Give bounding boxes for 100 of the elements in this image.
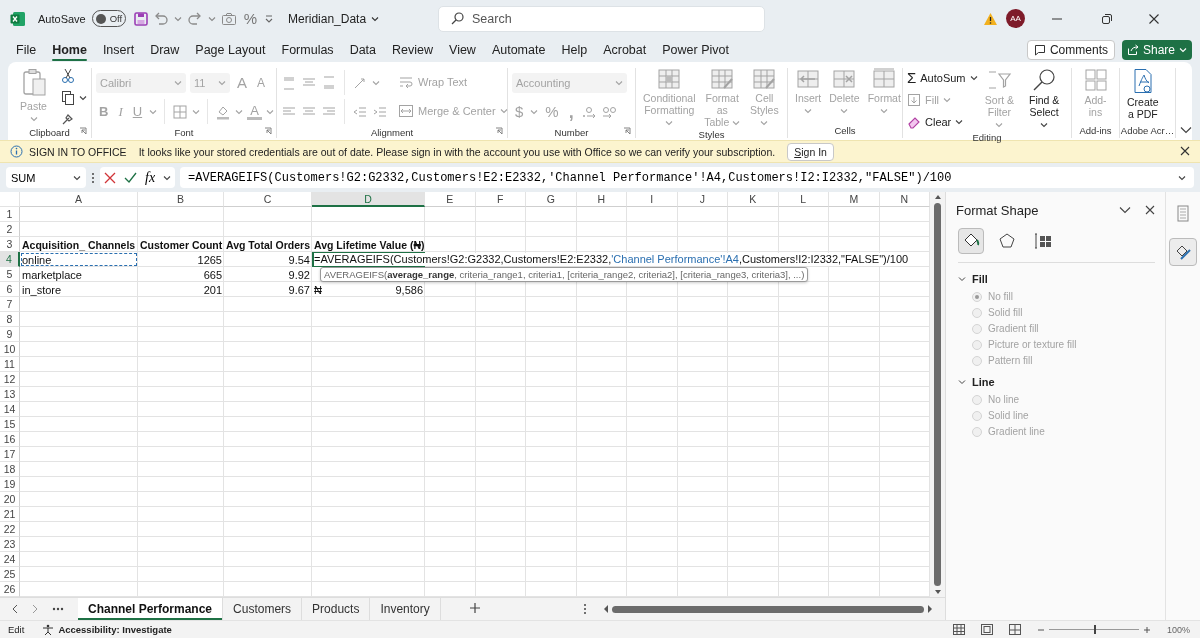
name-box[interactable]: SUM — [6, 167, 86, 188]
chevron-icon[interactable] — [1178, 174, 1186, 181]
menu-tab[interactable]: Acrobat — [596, 39, 654, 60]
increase-decimal-icon[interactable] — [580, 104, 597, 119]
menu-tab[interactable]: Data — [342, 39, 384, 60]
menu-tab[interactable]: Draw — [143, 39, 187, 60]
collapse-ribbon-icon[interactable] — [1180, 126, 1192, 134]
menu-tab[interactable]: Review — [385, 39, 441, 60]
orientation-icon[interactable] — [352, 75, 368, 90]
dialog-launcher-icon[interactable] — [623, 127, 631, 135]
column-header[interactable]: L — [778, 192, 829, 207]
menu-tab[interactable]: Insert — [95, 39, 142, 60]
column-header[interactable]: M — [829, 192, 880, 207]
scrollbar-thumb[interactable] — [934, 203, 941, 586]
enter-icon[interactable] — [124, 171, 137, 184]
dialog-launcher-icon[interactable] — [79, 127, 87, 135]
column-header[interactable]: N — [879, 192, 930, 207]
format-painter-icon[interactable] — [61, 112, 75, 126]
next-sheet-icon[interactable] — [32, 604, 38, 614]
cut-icon[interactable] — [61, 68, 75, 84]
sign-in-button[interactable]: Sign In — [787, 142, 834, 161]
column-header[interactable]: F — [475, 192, 526, 207]
menu-tab[interactable]: File — [9, 39, 44, 60]
chevron-icon[interactable] — [79, 95, 87, 101]
chevron-icon[interactable] — [955, 118, 964, 125]
scroll-left-icon[interactable] — [603, 605, 609, 613]
dialog-launcher-icon[interactable] — [495, 127, 503, 135]
menu-tab[interactable]: Power Pivot — [655, 39, 736, 60]
column-header[interactable]: C — [224, 192, 312, 207]
column-header[interactable]: E — [425, 192, 476, 207]
scroll-down-icon[interactable] — [933, 589, 942, 595]
zoom-level[interactable]: 100% — [1166, 624, 1190, 635]
menu-tab[interactable]: Automate — [484, 39, 553, 60]
menu-tab[interactable]: Page Layout — [188, 39, 273, 60]
save-icon[interactable] — [133, 11, 148, 26]
more-sheets-icon[interactable] — [52, 607, 64, 611]
previous-sheet-icon[interactable] — [12, 604, 18, 614]
accessibility-icon[interactable] — [42, 623, 55, 636]
scroll-right-icon[interactable] — [927, 605, 933, 613]
close-icon[interactable] — [1148, 12, 1160, 25]
chevron-icon[interactable] — [371, 15, 380, 22]
chevron-icon[interactable] — [1040, 122, 1049, 128]
pdf-document-icon[interactable] — [1131, 68, 1154, 94]
bottom-align-icon[interactable] — [321, 75, 337, 90]
avatar[interactable]: AA — [1006, 9, 1025, 28]
search-field[interactable]: Search — [438, 5, 765, 32]
chevron-icon[interactable] — [969, 74, 978, 81]
scrollbar-thumb[interactable] — [612, 605, 924, 613]
close-icon[interactable] — [1145, 205, 1155, 215]
section-header[interactable]: Fill — [958, 273, 1155, 285]
menu-tab[interactable]: Formulas — [274, 39, 341, 60]
column-header[interactable]: I — [627, 192, 678, 207]
borders-icon[interactable] — [172, 103, 189, 120]
cancel-icon[interactable] — [104, 171, 116, 184]
collapse-icon[interactable] — [1119, 206, 1131, 214]
top-align-icon[interactable] — [281, 75, 297, 90]
column-header[interactable]: J — [677, 192, 728, 207]
row-header[interactable]: 4 — [0, 252, 20, 267]
copy-icon[interactable] — [61, 90, 75, 106]
side-pane-button[interactable] — [1169, 238, 1197, 266]
percent-style-button[interactable]: % — [241, 10, 260, 27]
decrease-decimal-icon[interactable] — [600, 104, 617, 119]
customize-toolbar-icon[interactable] — [264, 13, 275, 24]
search-icon[interactable] — [1031, 68, 1058, 92]
chevron-icon[interactable] — [73, 174, 81, 181]
more-options-icon[interactable] — [583, 603, 587, 615]
insert-function-button[interactable]: fx — [145, 169, 156, 186]
column-header[interactable]: K — [728, 192, 779, 207]
menu-tab[interactable]: View — [442, 39, 483, 60]
close-icon[interactable] — [1180, 145, 1190, 156]
file-name[interactable]: Meridian_Data — [288, 11, 367, 26]
autosum-button[interactable]: Σ AutoSum — [907, 68, 978, 87]
zoom-in-icon[interactable] — [1142, 625, 1151, 634]
add-sheet-icon[interactable] — [468, 601, 481, 614]
column-header[interactable]: H — [576, 192, 627, 207]
search-icon[interactable] — [451, 12, 464, 25]
column-header[interactable]: G — [526, 192, 577, 207]
menu-tab[interactable]: Help — [554, 39, 595, 60]
find-select-button[interactable]: Find & Select — [1021, 68, 1067, 130]
accessibility-status[interactable]: Accessibility: Investigate — [58, 624, 172, 635]
comment-icon[interactable] — [1033, 43, 1046, 56]
warning-icon[interactable] — [983, 11, 998, 26]
pane-tab[interactable] — [958, 228, 984, 254]
page-layout-icon[interactable] — [980, 624, 993, 635]
column-header[interactable]: D — [312, 192, 425, 207]
slider-thumb[interactable] — [1093, 625, 1096, 634]
section-header[interactable]: Line — [958, 376, 1155, 388]
increase-indent-icon[interactable] — [372, 104, 388, 119]
sheet-tab[interactable]: Channel Performance — [78, 598, 224, 620]
clear-button[interactable]: Clear — [907, 112, 978, 131]
normal-view-icon[interactable] — [952, 624, 965, 635]
menu-tab[interactable]: Home — [45, 39, 94, 60]
create-pdf-button[interactable]: Create a PDF — [1124, 68, 1162, 120]
restore-icon[interactable] — [1101, 12, 1113, 25]
scroll-up-icon[interactable] — [933, 194, 942, 200]
page-break-icon[interactable] — [1008, 624, 1021, 635]
comments-button[interactable]: Comments — [1026, 39, 1115, 60]
camera-icon[interactable] — [220, 11, 237, 26]
column-header[interactable]: A — [20, 192, 138, 207]
decrease-indent-icon[interactable] — [352, 104, 368, 119]
